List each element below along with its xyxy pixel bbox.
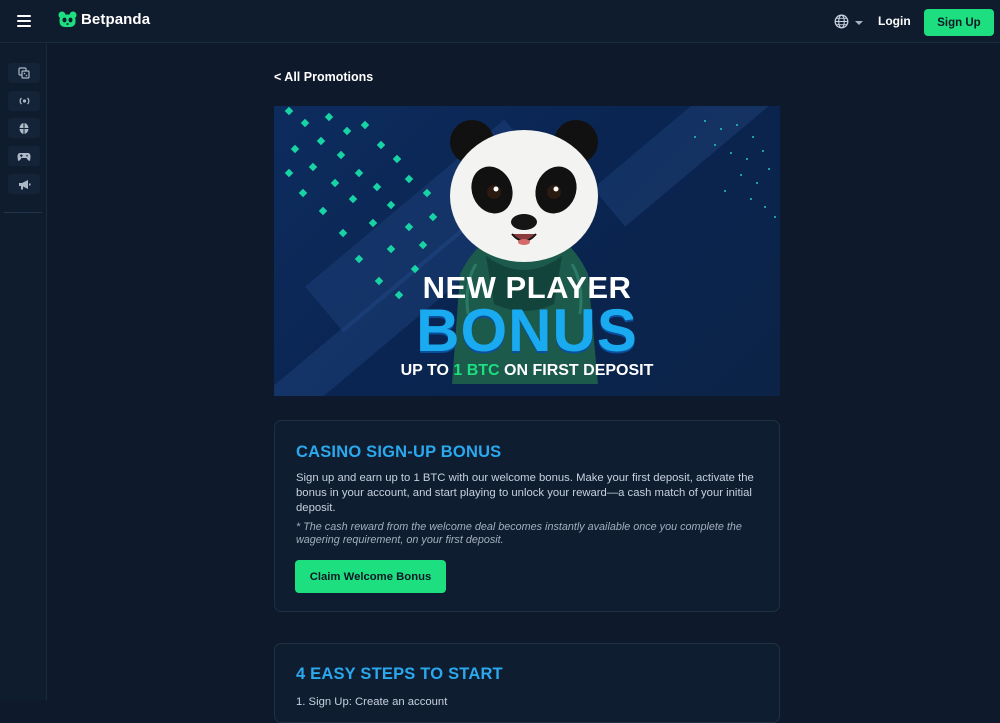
games-icon (17, 152, 31, 161)
confetti-diamond (318, 206, 328, 216)
confetti-diamond (376, 140, 386, 150)
banner-subline: UP TO 1 BTC ON FIRST DEPOSIT (274, 362, 780, 380)
confetti-diamond (404, 174, 414, 184)
sidebar (0, 44, 47, 700)
sidebar-divider (4, 212, 42, 213)
confetti-dot (724, 190, 726, 192)
confetti-dot (694, 136, 696, 138)
confetti-diamond (290, 144, 300, 154)
panda-logo-icon (58, 11, 77, 27)
sports-icon (19, 122, 29, 134)
banner-subline-pre: UP TO (400, 362, 454, 379)
sidebar-item-casino[interactable] (8, 63, 40, 83)
confetti-dot (740, 174, 742, 176)
bonus-card-title: CASINO SIGN-UP BONUS (296, 443, 502, 461)
casino-icon (18, 67, 30, 79)
all-promotions-link[interactable]: < All Promotions (274, 70, 373, 84)
banner-bonus-text: BONUS (416, 297, 638, 364)
confetti-dot (746, 158, 748, 160)
chevron-down-icon (855, 20, 863, 25)
confetti-diamond (308, 162, 318, 172)
brand-logo[interactable]: Betpanda (58, 11, 150, 28)
step-item: 1. Sign Up: Create an account (296, 696, 448, 708)
confetti-dot (756, 182, 758, 184)
confetti-diamond (354, 168, 364, 178)
steps-card: 4 EASY STEPS TO START 1. Sign Up: Create… (274, 643, 780, 723)
confetti-dot (764, 206, 766, 208)
language-selector[interactable] (834, 14, 863, 29)
top-bar: Betpanda Login Sign Up (0, 0, 1000, 43)
bonus-card: CASINO SIGN-UP BONUS Sign up and earn up… (274, 420, 780, 612)
bonus-card-description: Sign up and earn up to 1 BTC with our we… (296, 472, 754, 514)
promotions-icon (18, 179, 30, 189)
confetti-dot (730, 152, 732, 154)
steps-card-title: 4 EASY STEPS TO START (296, 665, 503, 683)
login-button[interactable]: Login (878, 14, 911, 28)
confetti-diamond (324, 112, 334, 122)
banner-subline-post: ON FIRST DEPOSIT (499, 362, 654, 379)
claim-welcome-bonus-button[interactable]: Claim Welcome Bonus (295, 560, 446, 593)
promo-banner: NEW PLAYER BONUS UP TO 1 BTC ON FIRST DE… (274, 106, 780, 396)
confetti-dot (774, 216, 776, 218)
confetti-diamond (284, 168, 294, 178)
confetti-dot (714, 144, 716, 146)
confetti-diamond (338, 228, 348, 238)
confetti-diamond (386, 200, 396, 210)
signup-button[interactable]: Sign Up (924, 9, 994, 36)
sidebar-item-games[interactable] (8, 146, 40, 166)
confetti-diamond (298, 188, 308, 198)
confetti-dot (768, 168, 770, 170)
sidebar-item-promotions[interactable] (8, 174, 40, 194)
sidebar-item-sports[interactable] (8, 118, 40, 138)
confetti-diamond (330, 178, 340, 188)
confetti-diamond (342, 126, 352, 136)
brand-name: Betpanda (81, 11, 151, 28)
confetti-diamond (336, 150, 346, 160)
globe-icon (834, 14, 849, 29)
confetti-diamond (316, 136, 326, 146)
confetti-dot (750, 198, 752, 200)
confetti-diamond (348, 194, 358, 204)
bonus-card-note: * The cash reward from the welcome deal … (296, 521, 742, 546)
confetti-diamond (360, 120, 370, 130)
confetti-dot (704, 120, 706, 122)
confetti-diamond (284, 106, 294, 116)
confetti-dot (752, 136, 754, 138)
confetti-dot (762, 150, 764, 152)
banner-subline-highlight: 1 BTC (453, 362, 500, 379)
sidebar-item-live[interactable] (8, 91, 40, 111)
confetti-diamond (392, 154, 402, 164)
live-icon (19, 97, 29, 105)
confetti-diamond (300, 118, 310, 128)
confetti-dot (736, 124, 738, 126)
hamburger-menu-icon[interactable] (14, 12, 34, 32)
confetti-dot (720, 128, 722, 130)
confetti-diamond (372, 182, 382, 192)
